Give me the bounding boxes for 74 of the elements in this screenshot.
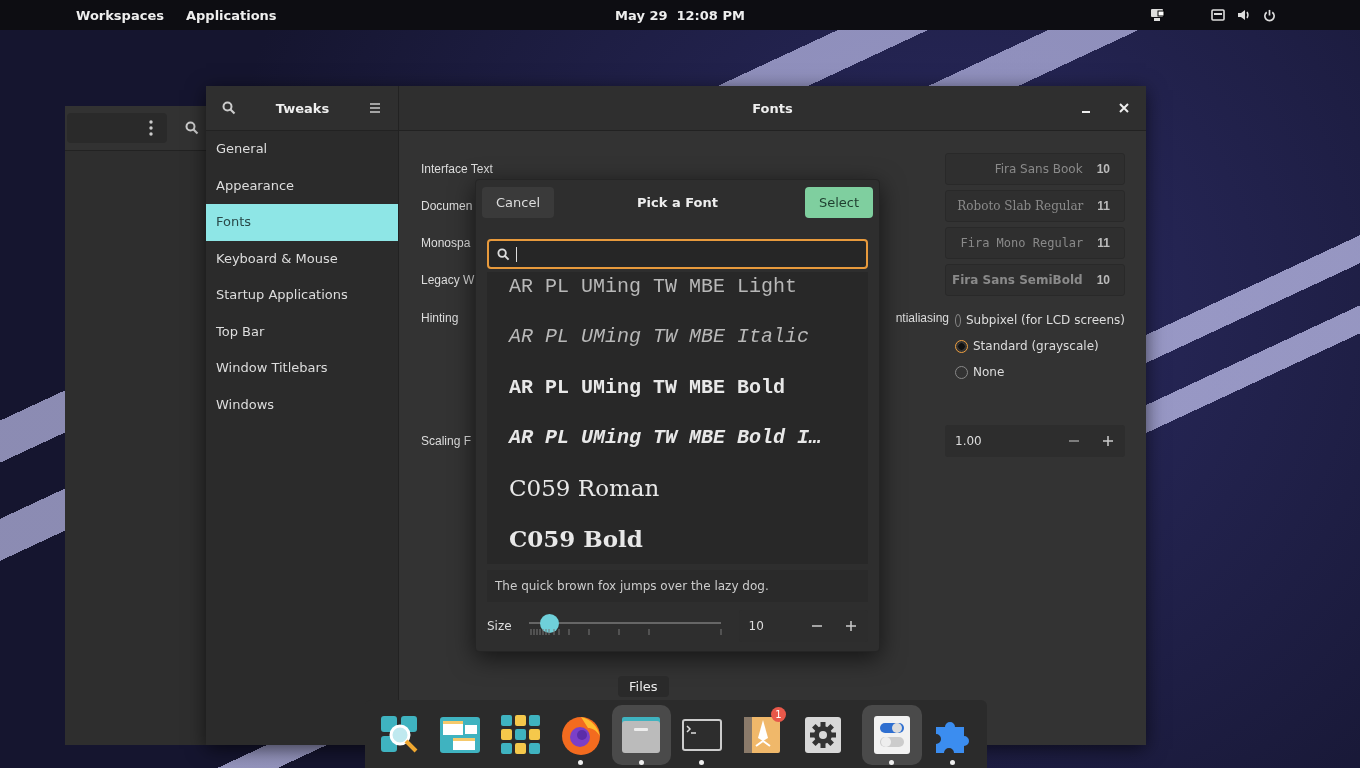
menu-icon[interactable] [369, 103, 381, 113]
font-list-item[interactable]: AR PL UMing TW MBE Light [509, 274, 798, 298]
keyboard-icon[interactable] [1211, 9, 1225, 21]
running-indicator [578, 760, 584, 765]
running-indicator [949, 760, 955, 765]
toggles-icon [872, 715, 911, 755]
screen-icon[interactable] [1149, 8, 1165, 22]
clock[interactable]: May 29 12:08 PM [615, 7, 745, 23]
notification-badge: 1 [770, 707, 786, 722]
sidebar-item[interactable]: Top Bar [206, 313, 398, 350]
rocket-icon [743, 716, 782, 754]
sidebar-item[interactable]: Appearance [206, 167, 398, 204]
app-title: Tweaks [275, 100, 330, 116]
setting-label: Documen [421, 199, 473, 213]
sidebar-item[interactable]: General [206, 131, 398, 168]
setting-label: Scaling F [421, 434, 472, 448]
setting-label: Hinting [421, 311, 459, 325]
radio-label: Standard (grayscale) [973, 339, 1099, 353]
top-bar-menu[interactable]: Workspaces [76, 7, 164, 23]
gear-icon [803, 716, 842, 754]
setting-label: Monospa [421, 236, 471, 250]
kebab-menu-icon[interactable] [149, 120, 153, 136]
globe-flame-icon [559, 714, 602, 756]
dock-item[interactable]: 1 [732, 705, 792, 765]
windows-icon [439, 716, 482, 754]
tooltip: Files [618, 676, 669, 697]
cancel-button[interactable]: Cancel [482, 187, 555, 218]
running-indicator [889, 760, 895, 765]
select-button[interactable]: Select [804, 187, 873, 218]
scaling-spin-field[interactable]: 1.00 [945, 425, 1125, 457]
sidebar-item[interactable]: Startup Applications [206, 277, 398, 314]
page-title: Fonts [752, 100, 793, 116]
app-grid-icon [500, 715, 541, 755]
plus-icon[interactable] [1103, 436, 1113, 446]
sidebar-item[interactable]: Keyboard & Mouse [206, 240, 398, 277]
setting-label: ntialiasing [895, 311, 949, 325]
font-list-item[interactable]: C059 Bold [509, 525, 643, 553]
sidebar-item[interactable]: Fonts [206, 204, 398, 241]
radio-button[interactable] [955, 339, 968, 353]
plus-icon[interactable] [846, 621, 856, 631]
font-button[interactable]: Fira Sans Book 10 [945, 153, 1125, 185]
running-indicator [638, 760, 644, 765]
font-list-item[interactable]: AR PL UMing TW MBE Italic [509, 325, 810, 349]
top-bar-menu[interactable]: Applications [185, 7, 277, 23]
search-field[interactable] [487, 239, 868, 269]
size-label: Size [487, 619, 512, 633]
power-icon[interactable] [1263, 8, 1276, 22]
running-indicator [699, 760, 705, 765]
setting-label: Interface Text [421, 162, 493, 176]
search-icon [497, 247, 510, 261]
font-list-item[interactable]: AR PL UMing TW MBE Bold [509, 375, 786, 399]
font-button[interactable]: Fira Sans SemiBold 10 [945, 264, 1125, 296]
radio-label: None [973, 365, 1005, 379]
dock-item[interactable] [862, 705, 922, 765]
dialog-title: Pick a Font [637, 195, 718, 210]
path-field[interactable] [67, 113, 167, 143]
terminal-icon [681, 719, 722, 751]
radio-label: Subpixel (for LCD screens) [966, 313, 1125, 327]
volume-icon[interactable] [1237, 9, 1251, 21]
search-icon[interactable] [185, 121, 199, 135]
close-icon[interactable] [1119, 103, 1129, 113]
font-list-item[interactable]: AR PL UMing TW MBE Bold I… [509, 426, 822, 450]
size-slider[interactable] [528, 614, 721, 638]
dock-item[interactable] [611, 705, 672, 765]
setting-label: Legacy W [421, 273, 475, 287]
text-cursor [516, 246, 517, 262]
font-button[interactable]: Roboto Slab Regular 11 [945, 190, 1125, 222]
sidebar-item[interactable]: Windows [206, 386, 398, 423]
search-icon[interactable] [222, 101, 236, 115]
font-button[interactable]: Fira Mono Regular 11 [945, 227, 1125, 259]
folder-icon [621, 716, 662, 754]
preview-text[interactable]: The quick brown fox jumps over the lazy dog. [487, 570, 868, 602]
font-list-item[interactable]: C059 Roman [509, 475, 660, 502]
sidebar-item[interactable]: Window Titlebars [206, 350, 398, 387]
